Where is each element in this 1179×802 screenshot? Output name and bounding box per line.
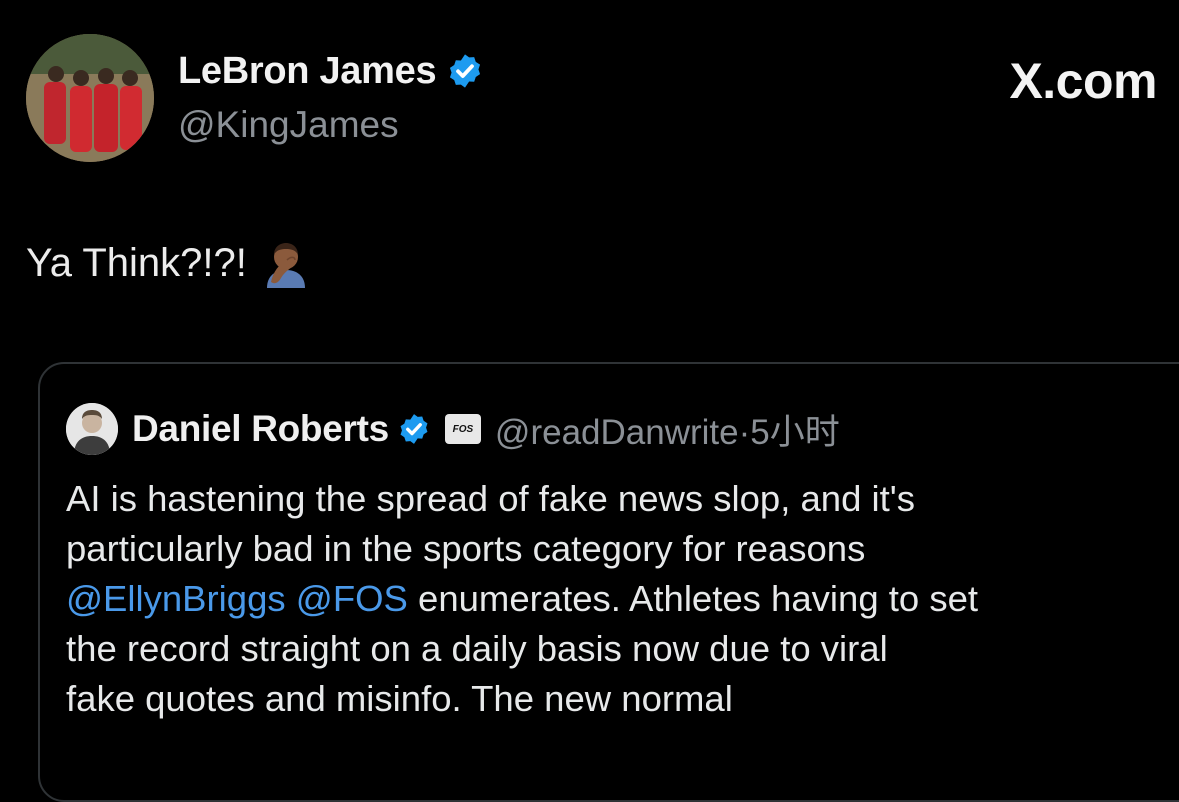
tweet-card: LeBron James @KingJames X.com Ya Think?!… bbox=[0, 0, 1179, 802]
x-logo-text: X.com bbox=[1009, 53, 1157, 109]
quoted-timestamp[interactable]: 5小时 bbox=[750, 413, 839, 452]
author-name[interactable]: LeBron James bbox=[178, 50, 437, 93]
quoted-author-avatar[interactable] bbox=[66, 403, 118, 455]
quoted-author-name[interactable]: Daniel Roberts bbox=[132, 408, 389, 450]
quoted-tweet[interactable]: Daniel Roberts FOS @readDanwrite·5小时 AI … bbox=[38, 362, 1179, 802]
quoted-author-handle[interactable]: @readDanwrite bbox=[495, 413, 739, 452]
quoted-verified-badge-icon bbox=[397, 412, 431, 446]
author-handle[interactable]: @KingJames bbox=[178, 104, 399, 146]
tweet-text-content: Ya Think?!?! bbox=[26, 240, 247, 285]
quoted-body-line: the record straight on a daily basis now… bbox=[66, 628, 888, 669]
quoted-body-line: @EllynBriggs @FOS enumerates. Athletes h… bbox=[66, 574, 1166, 624]
mention-link[interactable]: @FOS bbox=[296, 578, 408, 619]
quoted-body-line: fake quotes and misinfo. The new normal bbox=[66, 678, 733, 719]
tweet-text: Ya Think?!?! bbox=[26, 238, 311, 288]
mention-link[interactable]: @EllynBriggs bbox=[66, 578, 286, 619]
affiliate-badge[interactable]: FOS bbox=[444, 414, 481, 444]
quoted-tweet-body: AI is hastening the spread of fake news … bbox=[66, 474, 1166, 724]
meta-separator: · bbox=[738, 412, 751, 452]
author-avatar[interactable] bbox=[26, 34, 154, 162]
quoted-meta: @readDanwrite·5小时 bbox=[495, 404, 840, 455]
quoted-body-line: AI is hastening the spread of fake news … bbox=[66, 478, 915, 519]
quoted-body-line: particularly bad in the sports category … bbox=[66, 528, 866, 569]
author-name-row: LeBron James bbox=[178, 48, 484, 94]
avatar-image bbox=[26, 34, 154, 162]
facepalm-emoji-icon bbox=[261, 238, 311, 288]
quoted-tweet-header: Daniel Roberts FOS @readDanwrite·5小时 bbox=[66, 402, 840, 456]
verified-badge-icon bbox=[446, 52, 484, 90]
quoted-body-text: enumerates. Athletes having to set bbox=[407, 578, 979, 619]
